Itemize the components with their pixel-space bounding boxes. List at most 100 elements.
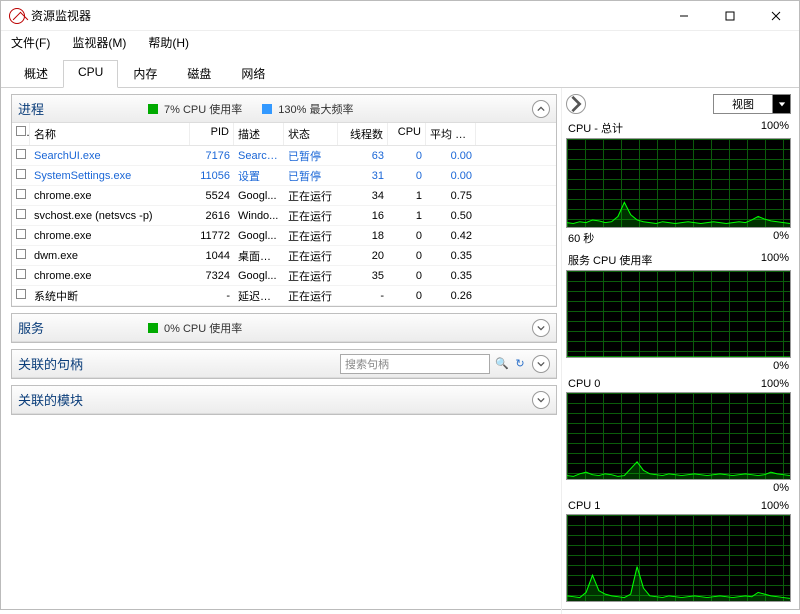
services-title: 服务 xyxy=(18,318,128,337)
cell-status: 正在运行 xyxy=(284,205,338,227)
cell-desc: Googl... xyxy=(234,187,284,205)
refresh-icon[interactable]: ↻ xyxy=(512,356,528,372)
modules-panel: 关联的模块 xyxy=(11,385,557,415)
col-avg[interactable]: 平均 C... xyxy=(426,123,476,145)
tab-disk[interactable]: 磁盘 xyxy=(172,60,226,88)
row-checkbox[interactable] xyxy=(16,169,26,179)
cell-status: 已暂停 xyxy=(284,146,338,167)
cell-threads: 63 xyxy=(338,147,388,165)
table-row[interactable]: SystemSettings.exe11056设置已暂停3100.00 xyxy=(12,166,556,186)
cell-status: 正在运行 xyxy=(284,245,338,267)
row-checkbox[interactable] xyxy=(16,289,26,299)
processes-columns: 名称 PID 描述 状态 线程数 CPU 平均 C... xyxy=(12,123,556,146)
row-checkbox[interactable] xyxy=(16,189,26,199)
row-checkbox[interactable] xyxy=(16,249,26,259)
col-status[interactable]: 状态 xyxy=(284,123,338,145)
tab-cpu[interactable]: CPU xyxy=(63,60,118,88)
tab-network[interactable]: 网络 xyxy=(226,60,280,88)
minimize-button[interactable] xyxy=(661,1,707,31)
rightpane-toolbar: 视图 xyxy=(566,94,791,114)
cell-pid: 2616 xyxy=(190,207,234,225)
row-checkbox[interactable] xyxy=(16,269,26,279)
cell-threads: - xyxy=(338,287,388,305)
expand-button[interactable] xyxy=(532,391,550,409)
col-pid[interactable]: PID xyxy=(190,123,234,145)
cell-threads: 35 xyxy=(338,267,388,285)
cell-desc: 桌面窗... xyxy=(234,245,284,267)
col-desc[interactable]: 描述 xyxy=(234,123,284,145)
cell-name: chrome.exe xyxy=(30,267,190,285)
expand-button[interactable] xyxy=(532,319,550,337)
cell-cpu: 1 xyxy=(388,187,426,205)
cell-name: 系统中断 xyxy=(30,285,190,307)
cell-desc: Search... xyxy=(234,147,284,165)
expand-button[interactable] xyxy=(532,355,550,373)
chart-cpu1: CPU 1100% xyxy=(566,500,791,602)
cell-status: 正在运行 xyxy=(284,265,338,287)
cell-name: chrome.exe xyxy=(30,227,190,245)
handles-search-input[interactable]: 搜索句柄 xyxy=(340,354,490,374)
maximize-button[interactable] xyxy=(707,1,753,31)
col-threads[interactable]: 线程数 xyxy=(338,123,388,145)
cell-avg: 0.75 xyxy=(426,187,476,205)
select-all-checkbox[interactable] xyxy=(16,126,26,136)
cell-avg: 0.00 xyxy=(426,147,476,165)
handles-header[interactable]: 关联的句柄 搜索句柄 🔍 ↻ xyxy=(12,350,556,378)
cell-name: svchost.exe (netsvcs -p) xyxy=(30,207,190,225)
close-button[interactable] xyxy=(753,1,799,31)
tab-memory[interactable]: 内存 xyxy=(118,60,172,88)
col-name[interactable]: 名称 xyxy=(30,123,190,145)
cell-desc: Googl... xyxy=(234,267,284,285)
nav-button[interactable] xyxy=(566,94,586,114)
table-row[interactable]: SearchUI.exe7176Search...已暂停6300.00 xyxy=(12,146,556,166)
modules-header[interactable]: 关联的模块 xyxy=(12,386,556,414)
table-row[interactable]: chrome.exe7324Googl...正在运行3500.35 xyxy=(12,266,556,286)
cell-cpu: 1 xyxy=(388,207,426,225)
col-cpu[interactable]: CPU xyxy=(388,123,426,145)
app-icon xyxy=(9,8,25,24)
cell-status: 正在运行 xyxy=(284,185,338,207)
cell-pid: 7324 xyxy=(190,267,234,285)
search-icon[interactable]: 🔍 xyxy=(494,356,510,372)
cell-status: 正在运行 xyxy=(284,225,338,247)
handles-panel: 关联的句柄 搜索句柄 🔍 ↻ xyxy=(11,349,557,379)
collapse-button[interactable] xyxy=(532,100,550,118)
table-row[interactable]: svchost.exe (netsvcs -p)2616Windo...正在运行… xyxy=(12,206,556,226)
cell-name: dwm.exe xyxy=(30,247,190,265)
cell-threads: 34 xyxy=(338,187,388,205)
processes-rows: SearchUI.exe7176Search...已暂停6300.00Syste… xyxy=(12,146,556,306)
menu-monitor[interactable]: 监视器(M) xyxy=(68,32,130,53)
processes-panel: 进程 7% CPU 使用率 130% 最大频率 名称 PID 描述 状态 线程数… xyxy=(11,94,557,307)
cell-name: SystemSettings.exe xyxy=(30,167,190,185)
cell-desc: Windo... xyxy=(234,207,284,225)
cell-threads: 16 xyxy=(338,207,388,225)
processes-title: 进程 xyxy=(18,99,128,118)
chart-cpu0-canvas xyxy=(566,392,791,480)
table-row[interactable]: chrome.exe11772Googl...正在运行1800.42 xyxy=(12,226,556,246)
cell-name: SearchUI.exe xyxy=(30,147,190,165)
row-checkbox[interactable] xyxy=(16,229,26,239)
left-pane: 进程 7% CPU 使用率 130% 最大频率 名称 PID 描述 状态 线程数… xyxy=(1,88,561,614)
view-dropdown[interactable]: 视图 xyxy=(713,94,791,114)
table-row[interactable]: dwm.exe1044桌面窗...正在运行2000.35 xyxy=(12,246,556,266)
cell-name: chrome.exe xyxy=(30,187,190,205)
tabs: 概述 CPU 内存 磁盘 网络 xyxy=(1,53,799,88)
table-row[interactable]: 系统中断-延迟过...正在运行-00.26 xyxy=(12,286,556,306)
cell-cpu: 0 xyxy=(388,247,426,265)
cell-threads: 31 xyxy=(338,167,388,185)
chart-service-cpu: 服务 CPU 使用率100% 0% xyxy=(566,252,791,372)
row-checkbox[interactable] xyxy=(16,209,26,219)
menu-help[interactable]: 帮助(H) xyxy=(144,32,193,53)
processes-header[interactable]: 进程 7% CPU 使用率 130% 最大频率 xyxy=(12,95,556,123)
cell-pid: 11772 xyxy=(190,227,234,245)
cell-cpu: 0 xyxy=(388,287,426,305)
cpu-usage-stat: 7% CPU 使用率 xyxy=(148,101,242,117)
services-cpu-stat: 0% CPU 使用率 xyxy=(148,320,242,336)
tab-overview[interactable]: 概述 xyxy=(9,60,63,88)
table-row[interactable]: chrome.exe5524Googl...正在运行3410.75 xyxy=(12,186,556,206)
cell-threads: 18 xyxy=(338,227,388,245)
services-header[interactable]: 服务 0% CPU 使用率 xyxy=(12,314,556,342)
menu-file[interactable]: 文件(F) xyxy=(7,32,54,53)
cell-threads: 20 xyxy=(338,247,388,265)
row-checkbox[interactable] xyxy=(16,149,26,159)
